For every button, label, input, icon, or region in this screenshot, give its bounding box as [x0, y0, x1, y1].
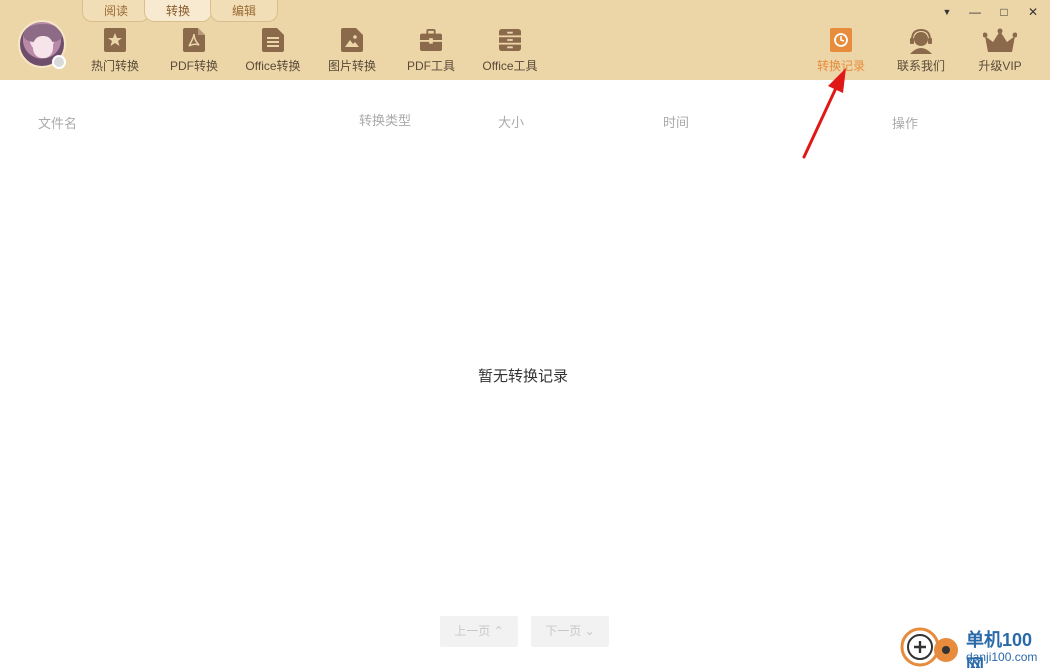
- column-header-time: 时间: [663, 115, 690, 130]
- tab-read[interactable]: 阅读: [82, 0, 150, 22]
- headset-user-icon: [910, 28, 932, 54]
- column-header-action: 操作: [892, 116, 919, 131]
- toolbar-pdf-convert-label: PDF转换: [169, 59, 218, 73]
- toolbar-pdf-tools-label: PDF工具: [406, 59, 455, 73]
- tab-edit[interactable]: 编辑: [210, 0, 278, 22]
- avatar-status-badge: [52, 55, 66, 69]
- clock-document-icon: [830, 28, 852, 52]
- toolbar-conversion-history-label: 转换记录: [816, 59, 865, 73]
- prev-page-button[interactable]: 上一页 ⌃: [440, 616, 518, 647]
- title-bar: 阅读 转换 编辑 热门转换 PDF转换 Office转换 图片转换 PDF工具 …: [0, 0, 1050, 80]
- watermark-emblem-icon: [900, 627, 958, 667]
- star-document-icon: [104, 28, 126, 52]
- tab-convert[interactable]: 转换: [144, 0, 212, 22]
- close-button[interactable]: ✕: [1023, 4, 1043, 20]
- toolbar-conversion-history[interactable]: 转换记录: [806, 28, 876, 76]
- toolbar-office-tools[interactable]: Office工具: [475, 28, 545, 76]
- cabinet-icon: [499, 29, 521, 51]
- toolbar-upgrade-vip[interactable]: 升级VIP: [965, 28, 1035, 76]
- document-lines-icon: [262, 28, 284, 52]
- dropdown-menu-icon[interactable]: ▼: [937, 4, 957, 20]
- avatar-face: [33, 36, 53, 58]
- maximize-button[interactable]: □: [994, 4, 1014, 20]
- toolbar-office-tools-label: Office工具: [482, 59, 538, 73]
- toolbar-hot-convert-label: 热门转换: [90, 59, 139, 73]
- toolbar-image-convert[interactable]: 图片转换: [317, 28, 387, 76]
- toolbar-contact-us-label: 联系我们: [896, 59, 945, 73]
- toolbar-office-convert[interactable]: Office转换: [238, 28, 308, 76]
- column-header-type: 转换类型: [359, 113, 412, 128]
- toolbar-pdf-tools[interactable]: PDF工具: [396, 28, 466, 76]
- minimize-button[interactable]: —: [965, 4, 985, 20]
- pdf-file-icon: [183, 28, 205, 52]
- column-header-filename: 文件名: [38, 116, 78, 131]
- crown-icon: [983, 28, 1017, 52]
- watermark-text-url: danji100.com: [966, 650, 1038, 664]
- empty-state-message: 暂无转换记录: [477, 368, 568, 385]
- toolbar-pdf-convert[interactable]: PDF转换: [159, 28, 229, 76]
- toolbar-office-convert-label: Office转换: [245, 59, 301, 73]
- next-page-button[interactable]: 下一页 ⌄: [531, 616, 609, 647]
- annotation-arrow-icon: [802, 68, 846, 159]
- watermark-logo: 单机100网 danji100.com: [900, 626, 1050, 668]
- toolbar-contact-us[interactable]: 联系我们: [886, 28, 956, 76]
- briefcase-icon: [420, 29, 442, 51]
- toolbar-hot-convert[interactable]: 热门转换: [80, 28, 150, 76]
- column-header-size: 大小: [498, 115, 525, 130]
- toolbar-image-convert-label: 图片转换: [327, 59, 376, 73]
- toolbar-upgrade-vip-label: 升级VIP: [978, 59, 1022, 73]
- image-file-icon: [341, 28, 363, 52]
